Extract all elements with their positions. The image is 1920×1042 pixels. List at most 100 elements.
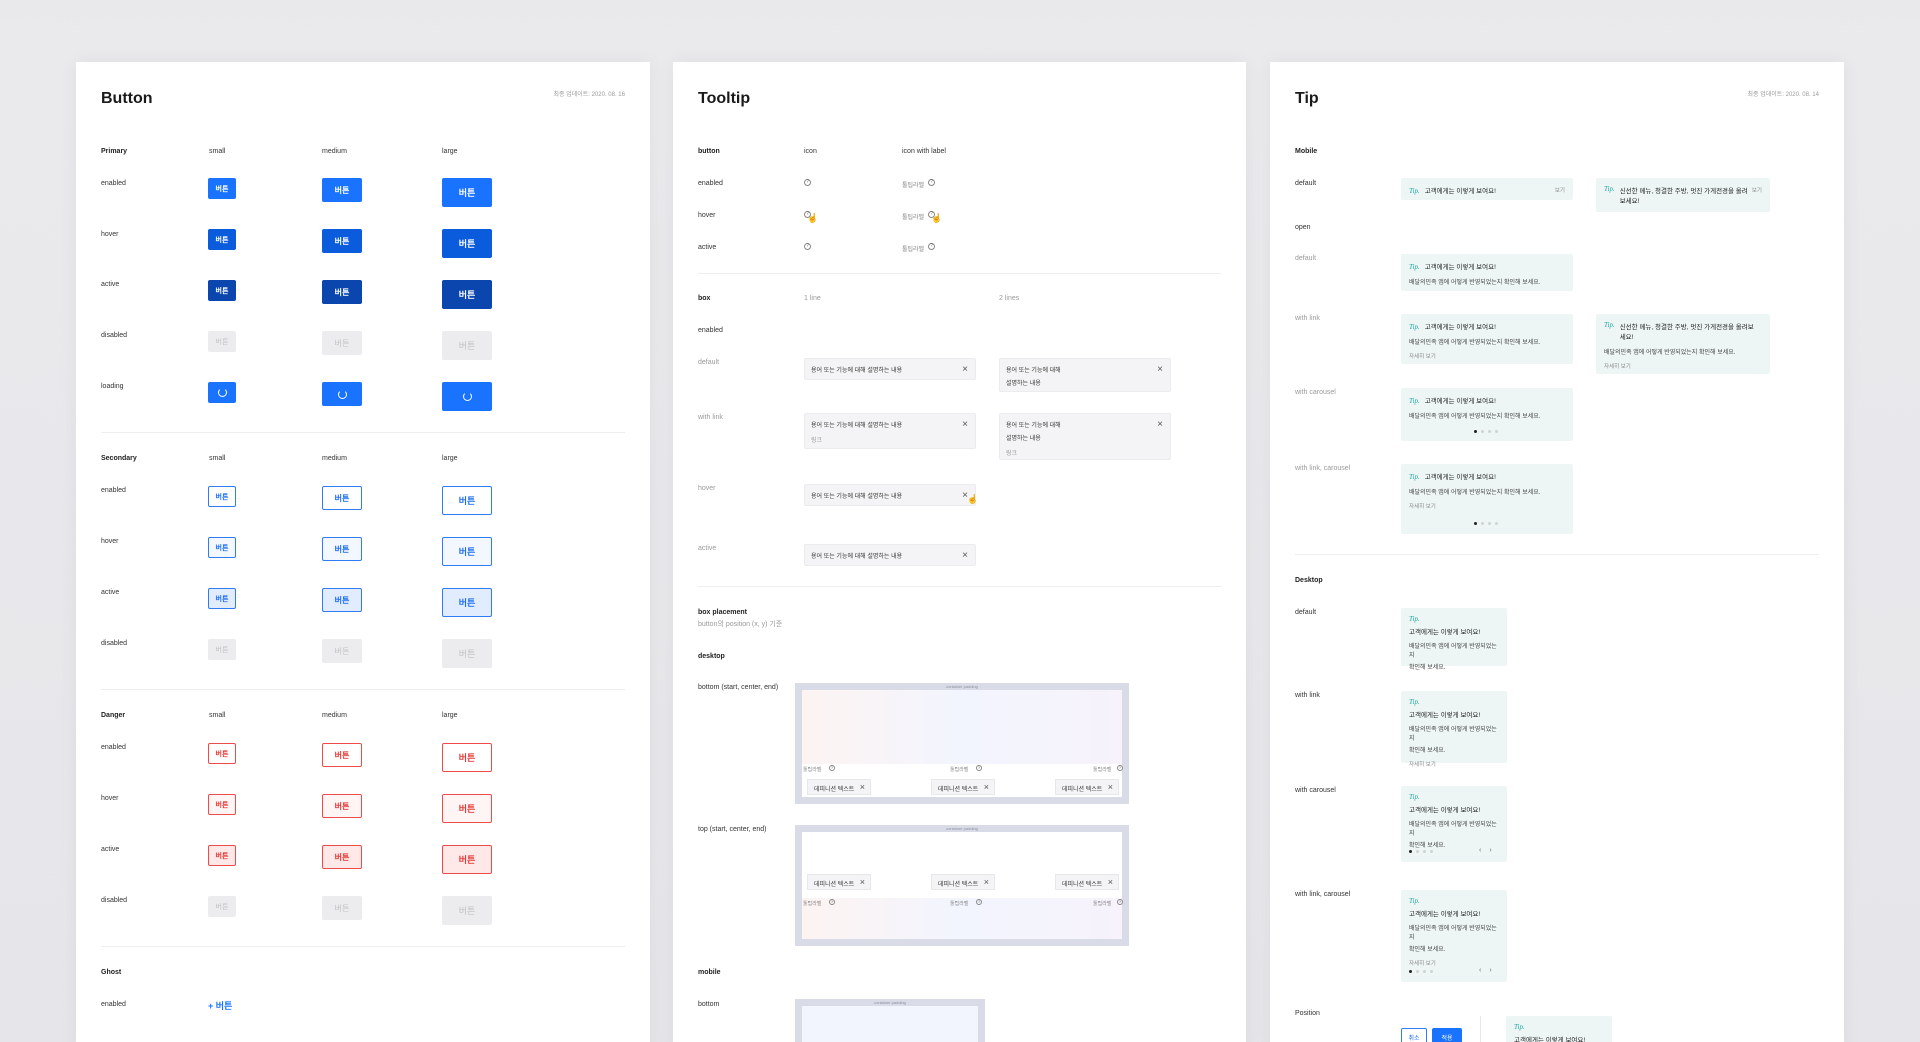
close-icon[interactable]: × [1157,419,1163,430]
icon-label: 툴팁라벨 [1093,901,1112,907]
carousel-nav-arrows[interactable]: ‹› [1479,967,1500,974]
danger-medium-active-button[interactable]: 버튼 [322,845,362,869]
carousel-dots[interactable] [1474,522,1498,525]
chip-text: 데피니션 텍스트 [1062,787,1103,793]
definition-chip: 데피니션 텍스트 × [1055,779,1119,795]
danger-large-active-button[interactable]: 버튼 [442,845,492,874]
tip-link[interactable]: 자세히 보기 [1604,362,1762,370]
primary-large-active-button[interactable]: 버튼 [442,280,492,309]
question-icon[interactable]: ? [976,765,982,771]
definition-chip: 데피니션 텍스트 × [931,874,995,890]
primary-medium-loading-button[interactable] [322,382,362,406]
tip-brand: Tip. [1409,187,1420,195]
primary-large-loading-button[interactable] [442,382,492,411]
primary-small-active-button[interactable]: 버튼 [208,280,236,301]
primary-small-hover-button[interactable]: 버튼 [208,229,236,250]
carousel-dots[interactable] [1474,430,1498,433]
close-icon[interactable]: × [1157,364,1163,375]
secondary-small-active-button[interactable]: 버튼 [208,588,236,609]
close-icon[interactable]: × [984,782,989,792]
primary-medium-hover-button[interactable]: 버튼 [322,229,362,253]
panel-title: Tip [1295,90,1319,107]
question-icon[interactable]: ? [829,765,835,771]
primary-medium-enabled-button[interactable]: 버튼 [322,178,362,202]
confirm-button[interactable]: 적용 [1432,1028,1462,1042]
question-icon[interactable]: ? [928,179,935,186]
secondary-small-enabled-button[interactable]: 버튼 [208,486,236,507]
close-icon[interactable]: × [962,550,968,561]
row-default: default [698,359,720,366]
danger-medium-enabled-button[interactable]: 버튼 [322,743,362,767]
secondary-medium-active-button[interactable]: 버튼 [322,588,362,612]
tip-link[interactable]: 자세히 보기 [1409,959,1499,967]
tip-more-link[interactable]: 보기 [1752,186,1762,194]
primary-small-enabled-button[interactable]: 버튼 [208,178,236,199]
close-icon[interactable]: × [962,419,968,430]
chip-text: 데피니션 텍스트 [814,787,855,793]
tooltip-text: 설명하는 내용 [1006,436,1041,442]
secondary-large-enabled-button[interactable]: 버튼 [442,486,492,515]
close-icon[interactable]: × [962,364,968,375]
primary-medium-active-button[interactable]: 버튼 [322,280,362,304]
tip-more-link[interactable]: 보기 [1555,186,1565,194]
danger-small-active-button[interactable]: 버튼 [208,845,236,866]
tip-desktop-link: Tip. 고객에게는 이렇게 보여요! 배달의민족 앱에 어떻게 반영되었는지 … [1401,691,1507,768]
question-icon[interactable]: ? [804,179,811,186]
chip-text: 데피니션 텍스트 [938,882,979,888]
danger-large-hover-button[interactable]: 버튼 [442,794,492,823]
danger-large-enabled-button[interactable]: 버튼 [442,743,492,772]
tip-headline: 고객에게는 이렇게 보여요! [1514,1037,1586,1042]
tip-link[interactable]: 자세히 보기 [1409,502,1565,510]
cancel-button[interactable]: 취소 [1401,1028,1427,1042]
tip-headline: 고객에게는 이렇게 보여요! [1409,807,1481,814]
tip-headline: 고객에게는 이렇게 보여요! [1424,264,1496,271]
cursor-hand-icon: ☝ [931,213,943,223]
danger-medium-hover-button[interactable]: 버튼 [322,794,362,818]
tip-collapsed[interactable]: Tip. 고객에게는 이렇게 보여요! 보기 [1401,178,1573,200]
question-icon[interactable]: ? [1117,899,1123,905]
question-icon[interactable]: ? [976,899,982,905]
secondary-medium-enabled-button[interactable]: 버튼 [322,486,362,510]
tooltip-panel: Tooltip button icon icon with label enab… [673,62,1246,1042]
row-loading: loading [101,383,124,390]
secondary-medium-hover-button[interactable]: 버튼 [322,537,362,561]
question-icon[interactable]: ? [829,899,835,905]
tip-link[interactable]: 자세히 보기 [1409,352,1565,360]
row-default: default [1295,609,1317,616]
tooltip-link[interactable]: 링크 [811,435,969,444]
tip-desktop-link-carousel: Tip. 고객에게는 이렇게 보여요! 배달의민족 앱에 어떻게 반영되었는지 … [1401,890,1507,982]
secondary-large-active-button[interactable]: 버튼 [442,588,492,617]
close-icon[interactable]: × [984,877,989,887]
question-icon[interactable]: ? [804,243,811,250]
question-icon[interactable]: ? [1117,765,1123,771]
close-icon[interactable]: × [860,782,865,792]
carousel-dots[interactable] [1409,850,1433,853]
row-enabled: enabled [101,487,126,494]
col-small: small [209,712,226,719]
tooltip-link[interactable]: 링크 [1006,448,1164,457]
section-box-placement: box placement [698,609,748,616]
carousel-dots[interactable] [1409,970,1433,973]
danger-small-enabled-button[interactable]: 버튼 [208,743,236,764]
tooltip-text: 용어 또는 기능에 대해 설명하는 내용 [811,554,903,560]
primary-large-hover-button[interactable]: 버튼 [442,229,492,258]
primary-large-enabled-button[interactable]: 버튼 [442,178,492,207]
danger-small-hover-button[interactable]: 버튼 [208,794,236,815]
section-box: box [698,295,711,302]
secondary-small-hover-button[interactable]: 버튼 [208,537,236,558]
secondary-large-hover-button[interactable]: 버튼 [442,537,492,566]
row-hover: hover [698,212,716,219]
close-icon[interactable]: × [1108,782,1113,792]
tip-headline: 고객에게는 이렇게 보여요! [1409,911,1481,918]
tip-link[interactable]: 자세히 보기 [1409,760,1499,768]
row-hover: hover [101,538,119,545]
primary-small-loading-button[interactable] [208,382,236,403]
close-icon[interactable]: × [860,877,865,887]
carousel-nav-arrows[interactable]: ‹› [1479,847,1500,854]
ghost-add-button[interactable]: + 버튼 [208,999,232,1012]
tip-brand: Tip. [1409,615,1420,623]
tip-collapsed-long[interactable]: Tip. 신선한 메뉴, 청결한 주방, 멋진 가게전경을 올려보세요! 보기 [1596,178,1770,212]
question-icon[interactable]: ? [928,243,935,250]
close-icon[interactable]: × [1108,877,1113,887]
definition-chip: 데피니션 텍스트 × [807,874,871,890]
